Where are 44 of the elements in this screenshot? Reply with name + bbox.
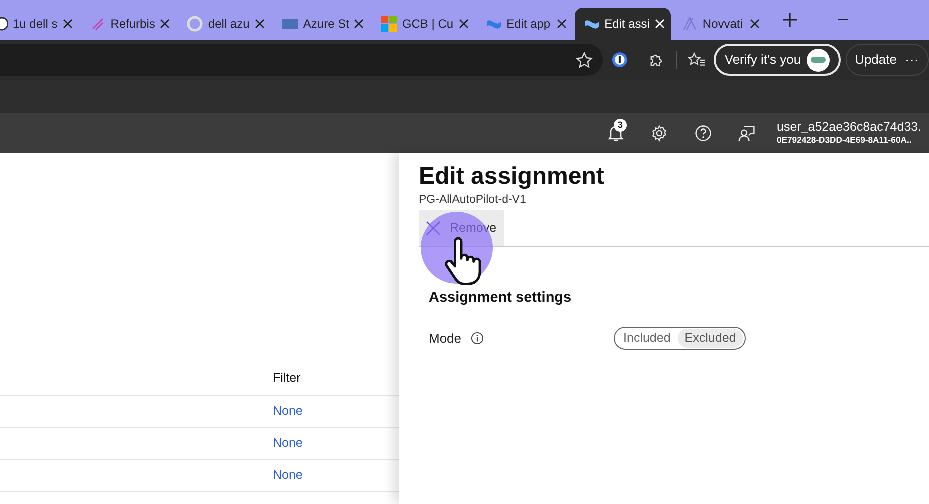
update-button[interactable]: Update ⋯ bbox=[846, 44, 929, 76]
password-manager-icon[interactable] bbox=[612, 52, 628, 68]
verify-button[interactable]: Verify it's you bbox=[714, 44, 842, 76]
close-icon[interactable] bbox=[458, 19, 469, 29]
panel-subtitle: PG-AllAutoPilot-d-V1 bbox=[419, 193, 528, 208]
favorites-icon[interactable] bbox=[688, 52, 706, 68]
browser-tab[interactable]: Refurbis bbox=[80, 8, 176, 40]
triangle-icon bbox=[682, 16, 698, 32]
tenant-id: 0E792428-D3DD-4E69-8A11-60A.. bbox=[777, 135, 913, 146]
filter-link[interactable]: None bbox=[273, 434, 303, 453]
close-icon[interactable] bbox=[62, 19, 73, 29]
close-icon[interactable] bbox=[255, 19, 266, 29]
close-icon[interactable] bbox=[556, 19, 567, 29]
browser-tab[interactable]: dell azu bbox=[178, 8, 272, 40]
column-header[interactable]: Filter bbox=[273, 369, 301, 388]
filter-link[interactable]: None bbox=[273, 402, 303, 421]
settings-icon[interactable] bbox=[651, 124, 668, 142]
browser-tab[interactable]: GCB | Cu bbox=[372, 8, 475, 40]
notification-count: 3 bbox=[614, 119, 627, 132]
minimize-icon[interactable] bbox=[838, 19, 848, 21]
browser-tab[interactable]: Azure St bbox=[273, 8, 370, 40]
stroke-icon bbox=[90, 16, 106, 32]
help-icon[interactable] bbox=[695, 124, 712, 142]
close-icon[interactable] bbox=[354, 19, 364, 29]
new-tab-icon[interactable] bbox=[782, 12, 798, 28]
browser-tab[interactable]: Edit app bbox=[476, 8, 573, 40]
info-icon[interactable] bbox=[470, 332, 484, 345]
feedback-icon[interactable] bbox=[738, 124, 756, 142]
close-icon[interactable] bbox=[160, 19, 170, 29]
more-icon: ⋯ bbox=[904, 53, 919, 67]
close-icon[interactable] bbox=[750, 19, 760, 29]
avatar-icon bbox=[807, 48, 830, 72]
mode-option[interactable]: Included bbox=[616, 328, 678, 348]
browser-tab[interactable]: Novvati bbox=[672, 8, 766, 40]
browser-tab[interactable]: Edit assi bbox=[574, 8, 671, 40]
user-name[interactable]: user_a52ae36c8ac74d33. bbox=[777, 120, 929, 136]
section-title: Assignment settings bbox=[429, 289, 573, 308]
mode-label: Mode bbox=[429, 330, 462, 348]
squares-icon bbox=[381, 16, 398, 32]
favorite-star-icon[interactable] bbox=[576, 52, 594, 68]
filter-link[interactable]: None bbox=[273, 466, 303, 485]
browser-tab[interactable]: 1u dell s bbox=[0, 8, 79, 40]
mode-option[interactable]: Excluded bbox=[678, 328, 744, 348]
panel-title: Edit assignment bbox=[419, 162, 606, 192]
